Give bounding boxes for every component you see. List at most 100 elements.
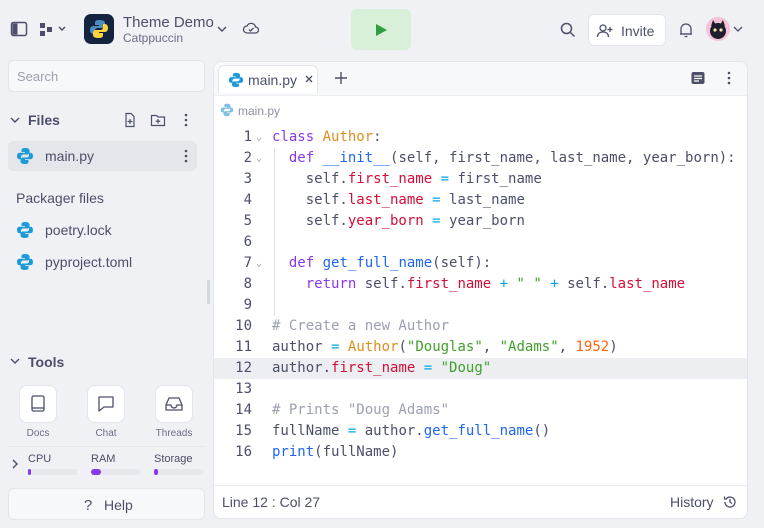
fold-chevron-icon[interactable]: ⌄	[256, 127, 262, 148]
code-line[interactable]: 8 return self.first_name + " " + self.la…	[214, 274, 747, 295]
meter-fill	[91, 469, 101, 475]
tools-heading[interactable]: Tools	[28, 354, 64, 370]
invite-button[interactable]: Invite	[588, 14, 666, 46]
code-line[interactable]: 4 self.last_name = last_name	[214, 190, 747, 211]
code-line[interactable]: 11 author = Author("Douglas", "Adams", 19…	[214, 337, 747, 358]
book-icon	[31, 395, 45, 412]
invite-label: Invite	[621, 23, 655, 39]
ram-meter	[91, 469, 141, 475]
file-more-icon[interactable]	[180, 148, 192, 164]
code-line[interactable]: 7 ⌄ def get_full_name(self):	[214, 253, 747, 274]
tool-chat-button[interactable]	[87, 385, 125, 423]
code-text: fullName = author.get_full_name()	[272, 423, 551, 439]
history-icon[interactable]	[722, 494, 738, 510]
line-number: 3	[243, 171, 252, 187]
cursor-position[interactable]: Line 12 : Col 27	[222, 494, 320, 510]
editor-panel: main.py main.py 1 ⌄ class Author: 2 ⌄ def __…	[213, 61, 748, 519]
line-number: 9	[243, 297, 252, 313]
project-title[interactable]: Theme Demo	[123, 14, 214, 31]
code-text: class Author:	[272, 129, 382, 145]
storage-label: Storage	[154, 453, 193, 465]
sidebar-toggle-icon[interactable]	[10, 20, 28, 38]
code-text: self.year_born = year_born	[272, 213, 525, 229]
tab-more-icon[interactable]	[723, 70, 735, 86]
line-number: 2	[243, 150, 252, 166]
project-avatar[interactable]	[84, 14, 114, 44]
code-line[interactable]: 15 fullName = author.get_full_name()	[214, 421, 747, 442]
tab-main-py[interactable]: main.py	[218, 65, 318, 93]
new-tab-icon[interactable]	[333, 70, 349, 86]
code-line[interactable]: 9	[214, 295, 747, 316]
line-number: 1	[243, 129, 252, 145]
breadcrumb: main.py	[214, 97, 747, 123]
line-number: 8	[243, 276, 252, 292]
code-line[interactable]: 10 # Create a new Author	[214, 316, 747, 337]
code-text: author.first_name = "Doug"	[272, 360, 492, 376]
files-heading[interactable]: Files	[28, 112, 60, 128]
file-name: pyproject.toml	[45, 254, 133, 270]
play-icon	[376, 23, 387, 36]
indent-guide	[274, 295, 275, 316]
history-label[interactable]: History	[670, 494, 714, 510]
line-number: 5	[243, 213, 252, 229]
code-line[interactable]: 5 self.year_born = year_born	[214, 211, 747, 232]
user-avatar[interactable]	[706, 17, 730, 41]
line-number: 14	[235, 402, 252, 418]
code-text: def get_full_name(self):	[288, 255, 492, 271]
resources-expand-icon[interactable]	[9, 457, 21, 471]
file-item-poetry-lock[interactable]: poetry.lock	[8, 215, 197, 245]
files-collapse-icon[interactable]	[9, 114, 21, 126]
help-icon: ?	[83, 496, 93, 514]
file-item-main-py[interactable]: main.py	[8, 141, 197, 171]
code-line[interactable]: 16 print(fullName)	[214, 442, 747, 463]
tools-collapse-icon[interactable]	[9, 355, 21, 367]
new-folder-icon[interactable]	[150, 112, 166, 128]
code-text: author = Author("Douglas", "Adams", 1952…	[272, 339, 618, 355]
python-file-icon	[16, 147, 34, 165]
file-name: main.py	[45, 148, 95, 164]
tool-docs-button[interactable]	[19, 385, 57, 423]
code-line[interactable]: 3 self.first_name = first_name	[214, 169, 747, 190]
line-number: 16	[235, 444, 252, 460]
code-line[interactable]: 2 ⌄ def __init__(self, first_name, last_n…	[214, 148, 747, 169]
file-name: poetry.lock	[45, 222, 112, 238]
sidebar-resize-handle[interactable]	[207, 280, 210, 304]
chat-icon	[98, 396, 114, 412]
bell-icon[interactable]	[677, 21, 695, 39]
chevron-down-icon[interactable]	[215, 22, 229, 36]
cpu-label: CPU	[28, 453, 52, 465]
code-text: # Prints "Doug Adams"	[272, 402, 450, 418]
code-line[interactable]: 12 author.first_name = "Doug"	[214, 358, 747, 379]
search-input[interactable]: Search	[8, 60, 205, 92]
cloud-check-icon[interactable]	[242, 20, 260, 38]
code-editor[interactable]: 1 ⌄ class Author: 2 ⌄ def __init__(self, fir…	[214, 127, 747, 463]
help-label: Help	[104, 497, 133, 513]
file-item-pyproject-toml[interactable]: pyproject.toml	[8, 247, 197, 277]
fold-chevron-icon[interactable]: ⌄	[256, 148, 262, 169]
search-icon[interactable]	[559, 21, 577, 39]
fold-chevron-icon[interactable]: ⌄	[256, 253, 262, 274]
add-user-icon	[596, 22, 614, 40]
tool-label: Docs	[26, 428, 50, 439]
close-tab-icon[interactable]	[304, 74, 314, 84]
tool-threads-button[interactable]	[155, 385, 193, 423]
code-line[interactable]: 6	[214, 232, 747, 253]
help-button[interactable]: ? Help	[8, 488, 205, 520]
code-line[interactable]: 14 # Prints "Doug Adams"	[214, 400, 747, 421]
breadcrumb-file[interactable]: main.py	[238, 104, 280, 118]
tools-divider	[8, 446, 205, 447]
python-file-icon	[228, 72, 244, 88]
line-number: 15	[235, 423, 252, 439]
files-more-icon[interactable]	[180, 112, 192, 128]
new-file-icon[interactable]	[122, 112, 138, 128]
reader-mode-icon[interactable]	[690, 70, 706, 86]
indent-guide	[274, 232, 275, 253]
line-number: 12	[235, 360, 252, 376]
code-line[interactable]: 13	[214, 379, 747, 400]
python-file-icon	[220, 103, 234, 117]
run-button[interactable]	[351, 9, 411, 50]
code-text: return self.first_name + " " + self.last…	[305, 276, 686, 292]
layout-menu-icon[interactable]	[38, 20, 68, 38]
account-chevron-down-icon[interactable]	[732, 23, 744, 35]
code-line[interactable]: 1 ⌄ class Author:	[214, 127, 747, 148]
